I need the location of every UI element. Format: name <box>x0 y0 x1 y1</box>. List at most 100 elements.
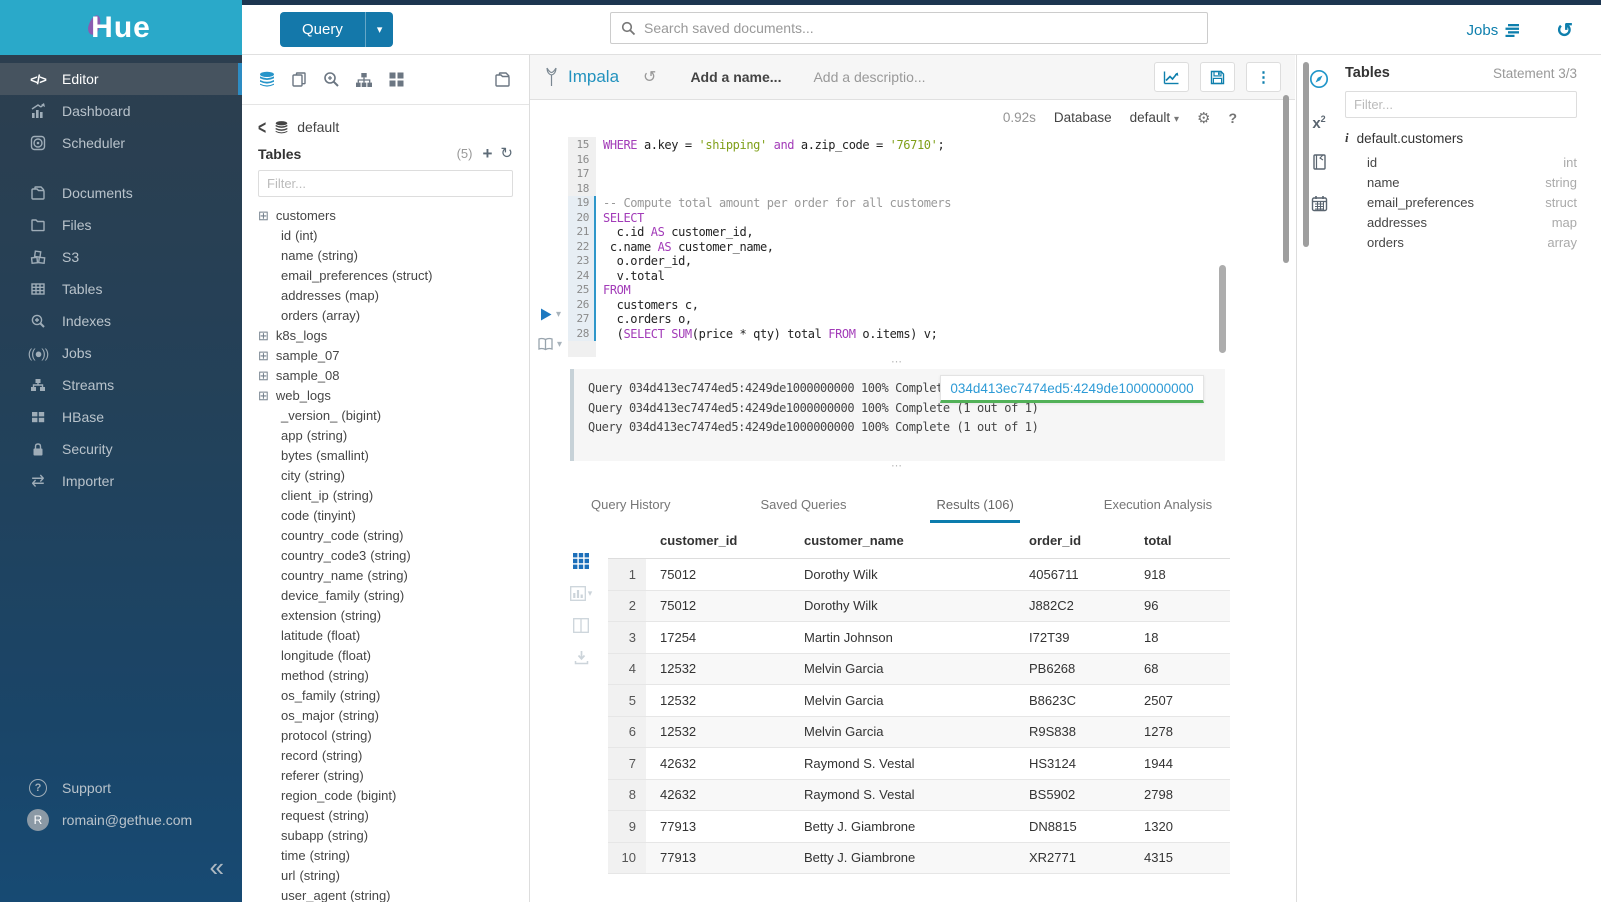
refresh-tables-icon[interactable]: ↻ <box>500 146 513 161</box>
format-options-caret[interactable]: ▾ <box>557 339 562 350</box>
run-query-button[interactable]: ▾ <box>539 307 561 322</box>
format-explain-button[interactable]: ▾ <box>537 337 562 351</box>
tab[interactable]: Query History <box>585 487 676 523</box>
sidebar-item-scheduler[interactable]: Scheduler <box>0 127 242 159</box>
tree-item[interactable]: ⊞ orders (array) <box>258 305 513 325</box>
tree-item[interactable]: ⊞ longitude (float) <box>258 645 513 665</box>
tree-item[interactable]: ⊞ city (string) <box>258 465 513 485</box>
table-row[interactable]: 7 42632 Raymond S. Vestal HS3124 1944 <box>608 748 1230 780</box>
download-icon[interactable] <box>574 650 589 665</box>
tree-item[interactable]: ⊞ id (int) <box>258 225 513 245</box>
info-icon[interactable]: i <box>1345 130 1349 146</box>
table-row[interactable]: 9 77913 Betty J. Giambrone DN8815 1320 <box>608 811 1230 843</box>
query-history-icon[interactable]: ↺ <box>1556 18 1573 43</box>
table-row[interactable]: 4 12532 Melvin Garcia PB6268 68 <box>608 653 1230 685</box>
tree-item[interactable]: ⊞ name (string) <box>258 245 513 265</box>
tree-item[interactable]: ⊞ url (string) <box>258 865 513 885</box>
search-assist-icon[interactable] <box>323 71 340 88</box>
tree-item[interactable]: ⊞ customers <box>258 205 513 225</box>
sitemap-assist-icon[interactable] <box>355 72 373 88</box>
column-header[interactable]: order_id <box>1015 525 1130 559</box>
table-row[interactable]: 2 75012 Dorothy Wilk J882C2 96 <box>608 590 1230 622</box>
query-description-field[interactable]: Add a descriptio... <box>813 69 925 85</box>
tree-item[interactable]: ⊞ client_ip (string) <box>258 485 513 505</box>
sidebar-item-dashboard[interactable]: Dashboard <box>0 95 242 127</box>
tree-item[interactable]: ⊞ sample_07 <box>258 345 513 365</box>
tree-item[interactable]: ⊞ k8s_logs <box>258 325 513 345</box>
back-chevron-icon[interactable]: < <box>258 116 266 138</box>
help-icon[interactable]: ? <box>1228 110 1237 126</box>
editor-scrollbar[interactable] <box>1219 265 1226 353</box>
hue-logo[interactable]: Hue <box>0 0 242 55</box>
tree-item[interactable]: ⊞ _version_ (bigint) <box>258 405 513 425</box>
tree-item[interactable]: ⊞ sample_08 <box>258 365 513 385</box>
column-row[interactable]: email_preferences struct <box>1345 192 1577 212</box>
sidebar-item-security[interactable]: Security <box>0 433 242 465</box>
assistant-compass-icon[interactable] <box>1309 69 1329 92</box>
add-table-icon[interactable]: + <box>482 145 492 162</box>
sidebar-item-streams[interactable]: Streams <box>0 369 242 401</box>
sidebar-item-editor[interactable]: </> Editor <box>0 63 242 95</box>
tab[interactable]: Saved Queries <box>754 487 852 523</box>
schedule-calendar-icon[interactable] <box>1311 195 1328 215</box>
chart-button[interactable] <box>1154 62 1189 92</box>
resize-handle-bottom[interactable]: ⋯ <box>570 461 1225 473</box>
editor-history-icon[interactable]: ↺ <box>643 67 656 87</box>
code-editor[interactable]: 15 WHERE a.key = 'shipping' and a.zip_co… <box>530 135 1295 357</box>
tree-item[interactable]: ⊞ web_logs <box>258 385 513 405</box>
table-row[interactable]: 6 12532 Melvin Garcia R9S838 1278 <box>608 716 1230 748</box>
resize-handle-top[interactable]: ⋯ <box>570 357 1225 369</box>
column-row[interactable]: id int <box>1345 152 1577 172</box>
jobs-link[interactable]: Jobs <box>1467 22 1523 39</box>
sidebar-item-files[interactable]: Files <box>0 209 242 241</box>
sql-assist-icon[interactable] <box>258 71 276 88</box>
table-row[interactable]: 8 42632 Raymond S. Vestal BS5902 2798 <box>608 779 1230 811</box>
tree-item[interactable]: ⊞ bytes (smallint) <box>258 445 513 465</box>
sidebar-item-s3[interactable]: S3 <box>0 241 242 273</box>
tab[interactable]: Results (106) <box>930 487 1019 523</box>
right-panel-scrollbar[interactable] <box>1303 62 1309 247</box>
tree-item[interactable]: ⊞ user_agent (string) <box>258 885 513 902</box>
sidebar-item-support[interactable]: ? Support <box>0 772 242 804</box>
projects-folder-icon[interactable] <box>494 71 513 88</box>
query-id-tooltip[interactable]: 034d413ec7474ed5:4249de1000000000 <box>940 375 1204 403</box>
more-actions-button[interactable]: ⋮ <box>1246 62 1281 92</box>
tree-item[interactable]: ⊞ protocol (string) <box>258 725 513 745</box>
chart-view-icon[interactable]: ▾ <box>570 586 593 601</box>
tree-item[interactable]: ⊞ country_code (string) <box>258 525 513 545</box>
current-database[interactable]: default <box>297 119 339 135</box>
query-name-field[interactable]: Add a name... <box>690 69 781 85</box>
tree-item[interactable]: ⊞ code (tinyint) <box>258 505 513 525</box>
column-header[interactable]: customer_name <box>790 525 1015 559</box>
tree-item[interactable]: ⊞ latitude (float) <box>258 625 513 645</box>
tree-item[interactable]: ⊞ country_name (string) <box>258 565 513 585</box>
database-select[interactable]: default ▾ <box>1130 110 1179 125</box>
tab[interactable]: Execution Analysis <box>1098 487 1218 523</box>
documents-assist-icon[interactable] <box>291 71 308 88</box>
tree-item[interactable]: ⊞ subapp (string) <box>258 825 513 845</box>
table-row[interactable]: 3 17254 Martin Johnson I72T39 18 <box>608 622 1230 654</box>
settings-gear-icon[interactable]: ⚙ <box>1197 109 1210 127</box>
active-table-name[interactable]: default.customers <box>1357 131 1464 146</box>
tree-item[interactable]: ⊞ request (string) <box>258 805 513 825</box>
tree-item[interactable]: ⊞ region_code (bigint) <box>258 785 513 805</box>
collapse-sidebar-button[interactable]: « <box>210 854 224 880</box>
column-header[interactable]: customer_id <box>646 525 790 559</box>
tree-item[interactable]: ⊞ referer (string) <box>258 765 513 785</box>
sidebar-item-user[interactable]: R romain@gethue.com <box>0 804 242 836</box>
table-row[interactable]: 5 12532 Melvin Garcia B8623C 2507 <box>608 685 1230 717</box>
new-query-button[interactable]: Query ▾ <box>280 12 393 47</box>
language-reference-icon[interactable] <box>1311 154 1328 173</box>
apps-grid-icon[interactable] <box>388 71 405 88</box>
tree-item[interactable]: ⊞ device_family (string) <box>258 585 513 605</box>
sidebar-item-indexes[interactable]: Indexes <box>0 305 242 337</box>
sidebar-item-importer[interactable]: ⇄ Importer <box>0 465 242 497</box>
run-options-caret[interactable]: ▾ <box>556 309 561 320</box>
column-row[interactable]: name string <box>1345 172 1577 192</box>
save-button[interactable] <box>1200 62 1235 92</box>
sidebar-item-documents[interactable]: Documents <box>0 177 242 209</box>
tree-item[interactable]: ⊞ email_preferences (struct) <box>258 265 513 285</box>
column-row[interactable]: addresses map <box>1345 212 1577 232</box>
tree-item[interactable]: ⊞ time (string) <box>258 845 513 865</box>
right-filter-input[interactable] <box>1345 91 1577 118</box>
